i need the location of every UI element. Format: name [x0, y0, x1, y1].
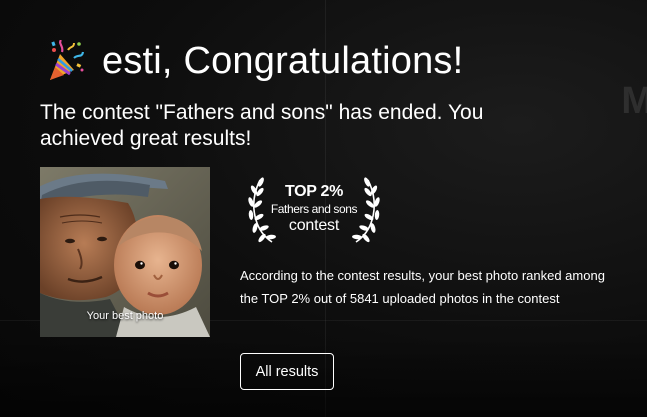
- party-popper-icon: [50, 40, 84, 80]
- contest-ended-message: The contest "Fathers and sons" has ended…: [40, 101, 484, 150]
- best-photo-caption: Your best photo: [86, 310, 164, 322]
- all-results-button[interactable]: All results: [240, 353, 334, 390]
- page-title: esti, Congratulations!: [102, 40, 464, 82]
- heading: esti, Congratulations!: [46, 38, 463, 84]
- award-text: TOP 2% Fathers and sons contest: [260, 183, 368, 235]
- top-rank-award-badge: TOP 2% Fathers and sons contest: [246, 176, 382, 248]
- award-contest-label: contest: [288, 217, 340, 234]
- result-description: According to the contest results, your b…: [240, 268, 605, 306]
- congratulations-panel: M esti, Congratulations! The contest "Fa…: [0, 0, 647, 417]
- background-letter: M: [621, 80, 647, 122]
- best-photo-card[interactable]: Your best photo: [40, 167, 210, 337]
- award-rank: TOP 2%: [284, 183, 344, 200]
- award-contest-name: Fathers and sons: [270, 202, 358, 216]
